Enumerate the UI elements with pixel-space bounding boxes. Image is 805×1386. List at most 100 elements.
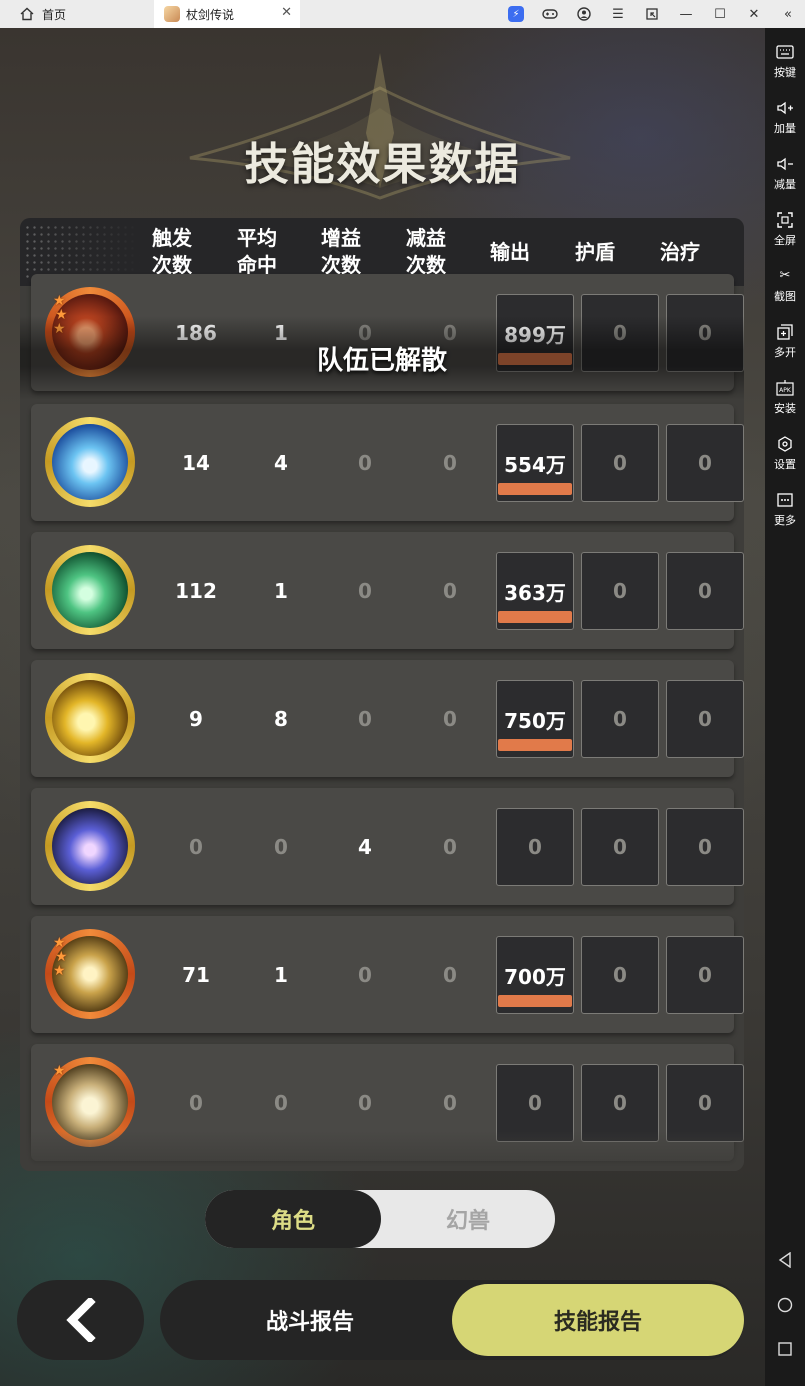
heal-value-box: 0 [666,424,744,502]
maximize-icon[interactable]: ☐ [703,0,737,28]
toggle-option-beast[interactable]: 幻兽 [381,1190,555,1248]
settings-icon [776,436,794,452]
skill-icon-frame[interactable] [45,801,135,891]
game-screen: 技能效果数据 触发次数 平均命中 增益次数 减益次数 输出 护盾 治疗 ★★★1… [0,28,765,1386]
chevron-left-icon [65,1298,96,1342]
heal-value-box-text: 0 [698,707,712,731]
sidebar-item-volume-up[interactable]: 加量 [765,92,805,144]
debuff-count-cell: 0 [443,450,457,475]
output-value-box-text: 0 [528,835,542,859]
sidebar-item-label: 更多 [774,514,796,527]
sidebar-item-screenshot[interactable]: ✂ 截图 [765,260,805,312]
back-button[interactable] [17,1280,144,1360]
volume-up-icon [776,100,794,116]
collapse-sidebar-icon[interactable]: « [771,0,805,28]
gamepad-icon[interactable] [533,0,567,28]
battle-report-button[interactable]: 战斗报告 [160,1280,460,1360]
team-disbanded-overlay: 队伍已解散 [20,316,744,400]
sidebar-item-label: 多开 [774,346,796,359]
skill-report-button[interactable]: 技能报告 [452,1284,744,1356]
minimize-icon[interactable]: — [669,0,703,28]
sidebar-item-more[interactable]: 更多 [765,484,805,536]
shrink-window-icon[interactable] [635,0,669,28]
heal-value-box-text: 0 [698,963,712,987]
trigger-count-cell: 71 [182,962,210,987]
rank-star-icon: ★ [53,293,66,309]
shield-value-box-text: 0 [613,835,627,859]
tab-close-icon[interactable]: ✕ [281,5,292,20]
boost-icon[interactable]: ⚡ [499,0,533,28]
apk-install-icon: APK [776,380,794,396]
output-bar [498,739,572,751]
heal-value-box: 0 [666,936,744,1014]
shield-value-box: 0 [581,424,659,502]
output-value-box-text: 750万 [504,708,566,733]
shield-value-box: 0 [581,552,659,630]
home-circle-icon[interactable] [765,1290,805,1320]
scissors-icon: ✂ [779,268,791,283]
star-circle-skill-icon [52,808,128,884]
game-tab[interactable]: 杖剑传说 ✕ [154,0,300,28]
output-value-box-text: 700万 [504,964,566,989]
game-app-icon [164,6,180,22]
skill-icon-frame[interactable] [45,545,135,635]
average-hit-cell: 1 [274,578,288,603]
sidebar-item-label: 按键 [774,66,796,79]
report-switch-bar: 战斗报告 技能报告 [160,1280,744,1360]
menu-icon[interactable]: ☰ [601,0,635,28]
sidebar-item-label: 加量 [774,122,796,135]
game-tab-label: 杖剑传说 [186,7,235,22]
heal-value-box: 0 [666,552,744,630]
table-row: ★ ★ ★ 71 1 0 0 700万 0 0 [31,916,744,1033]
multi-instance-icon [776,324,794,340]
back-triangle-icon[interactable] [765,1245,805,1275]
recents-square-icon[interactable] [765,1334,805,1364]
output-bar [498,611,572,623]
heal-value-box: 0 [666,680,744,758]
table-row: 14 4 0 0 554万 0 0 [31,404,744,521]
buff-count-cell: 0 [358,706,372,731]
sidebar-item-volume-down[interactable]: 减量 [765,148,805,200]
home-tab[interactable]: 首页 [0,0,154,28]
skill-icon-frame[interactable] [45,417,135,507]
close-icon[interactable]: ✕ [737,0,771,28]
sidebar-item-multi-instance[interactable]: 多开 [765,316,805,368]
output-value-box: 554万 [496,424,574,502]
trigger-count-cell: 14 [182,450,210,475]
account-icon[interactable] [567,0,601,28]
volume-down-icon [776,156,794,172]
sidebar-item-label: 截图 [774,290,796,303]
sidebar-item-label: 全屏 [774,234,796,247]
output-value-box-text: 363万 [504,580,566,605]
wind-leaf-skill-icon [52,552,128,628]
sidebar-item-fullscreen[interactable]: 全屏 [765,204,805,256]
svg-text:APK: APK [779,387,792,394]
sidebar-item-settings[interactable]: 设置 [765,428,805,480]
output-bar [498,483,572,495]
debuff-count-cell: 0 [443,706,457,731]
trigger-count-cell: 9 [189,706,203,731]
rank-star-icon: ★ [55,949,68,965]
buff-count-cell: 0 [358,962,372,987]
skill-icon-frame[interactable] [45,673,135,763]
shield-value-box-text: 0 [613,1091,627,1115]
heal-value-box: 0 [666,808,744,886]
heal-value-box-text: 0 [698,451,712,475]
buff-count-cell: 0 [358,450,372,475]
debuff-count-cell: 0 [443,578,457,603]
sidebar-item-install[interactable]: APK 安装 [765,372,805,424]
output-value-box-text: 0 [528,1091,542,1115]
role-beast-toggle[interactable]: 角色 幻兽 [205,1190,555,1248]
shield-value-box-text: 0 [613,963,627,987]
output-value-box: 0 [496,808,574,886]
sidebar-item-keymap[interactable]: 按键 [765,36,805,88]
buff-count-cell: 0 [358,578,372,603]
header-dot-pattern [24,224,142,280]
home-icon [20,7,34,21]
average-hit-cell: 8 [274,706,288,731]
trigger-count-cell: 112 [175,578,217,603]
shield-value-box: 0 [581,936,659,1014]
toggle-option-role[interactable]: 角色 [205,1190,381,1248]
output-value-box: 363万 [496,552,574,630]
panel-bottom-fade [20,1131,744,1171]
